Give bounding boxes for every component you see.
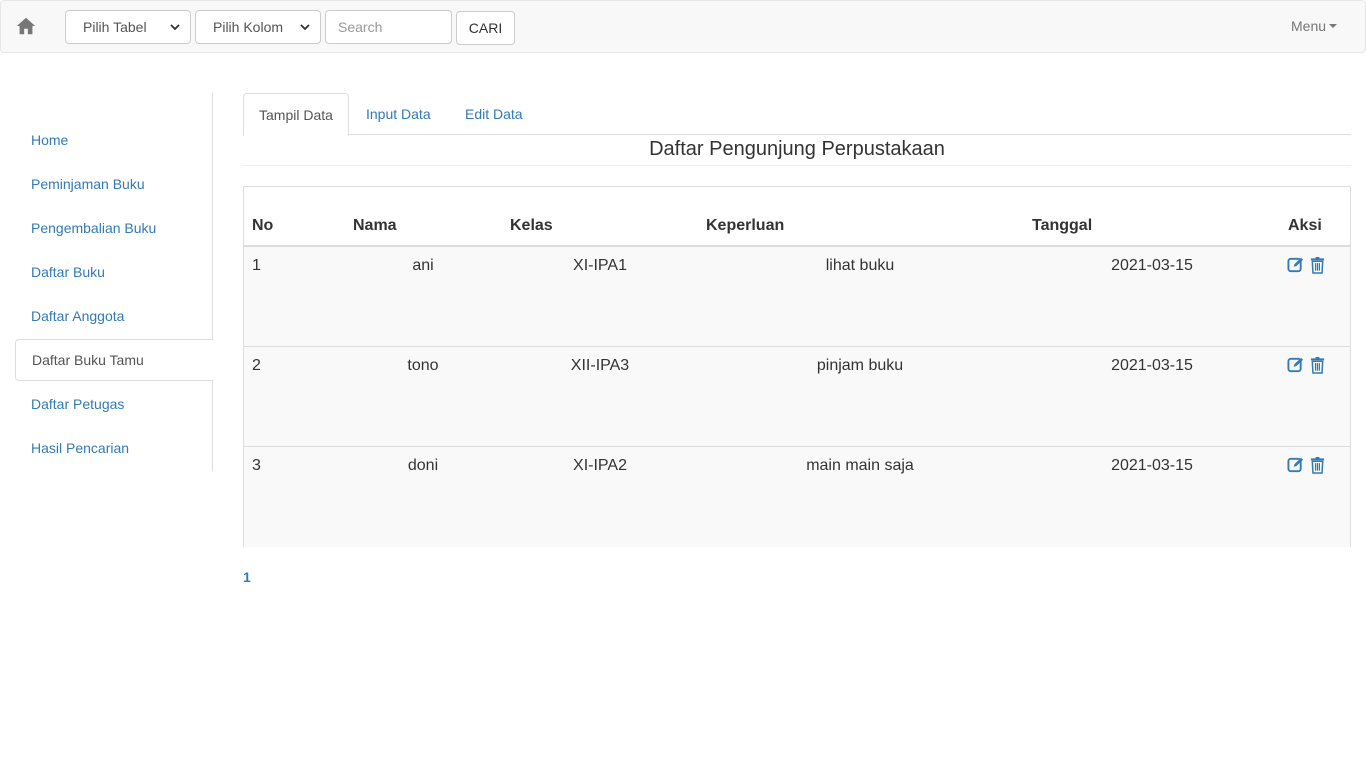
header-aksi: Aksi [1288, 217, 1322, 234]
sidebar-item-hasil-pencarian[interactable]: Hasil Pencarian [15, 427, 213, 469]
cell-no: 1 [252, 257, 261, 274]
sidebar-item-daftar-anggota[interactable]: Daftar Anggota [15, 295, 213, 337]
sidebar-item-daftar-buku[interactable]: Daftar Buku [15, 251, 213, 293]
cell-kelas: XI-IPA1 [573, 257, 627, 274]
menu-label: Menu [1291, 18, 1327, 34]
column-select-value: Pilih Kolom [213, 19, 284, 35]
chevron-down-icon [170, 22, 180, 32]
row-actions [1287, 256, 1326, 274]
top-navbar: Pilih Tabel Pilih Kolom CARI Menu [0, 0, 1366, 53]
cell-nama: ani [412, 257, 434, 274]
trash-icon[interactable] [1309, 456, 1326, 474]
cell-no: 2 [252, 357, 261, 374]
row-actions [1287, 356, 1326, 374]
cell-tanggal: 2021-03-15 [1111, 257, 1193, 274]
header-keperluan: Keperluan [706, 217, 785, 234]
cell-tanggal: 2021-03-15 [1111, 457, 1193, 474]
search-input[interactable] [325, 10, 452, 44]
pagination-page-1[interactable]: 1 [243, 569, 251, 585]
cell-keperluan: pinjam buku [816, 357, 904, 374]
table-row: 3 doni XI-IPA2 main main saja 2021-03-15 [244, 447, 1350, 547]
edit-icon[interactable] [1287, 256, 1304, 274]
sidebar-item-home[interactable]: Home [15, 119, 213, 161]
table-row: 2 tono XII-IPA3 pinjam buku 2021-03-15 [244, 347, 1350, 447]
caret-down-icon [1329, 24, 1338, 28]
table-row: 1 ani XI-IPA1 lihat buku 2021-03-15 [244, 247, 1350, 347]
table-select[interactable]: Pilih Tabel [65, 10, 191, 44]
header-no: No [252, 217, 274, 234]
row-actions [1287, 456, 1326, 474]
sidebar-item-daftar-buku-tamu[interactable]: Daftar Buku Tamu [15, 339, 214, 381]
edit-icon[interactable] [1287, 356, 1304, 374]
cell-no: 3 [252, 457, 261, 474]
tab-tampil-data[interactable]: Tampil Data [243, 93, 349, 136]
header-nama: Nama [353, 217, 397, 234]
cell-nama: doni [407, 457, 439, 474]
sidebar-item-daftar-petugas[interactable]: Daftar Petugas [15, 383, 213, 425]
home-icon[interactable] [15, 15, 39, 39]
cell-nama: tono [407, 357, 439, 374]
cell-kelas: XI-IPA2 [573, 457, 627, 474]
cell-keperluan: lihat buku [825, 257, 895, 274]
trash-icon[interactable] [1309, 256, 1326, 274]
column-select[interactable]: Pilih Kolom [195, 10, 321, 44]
page-title: Daftar Pengunjung Perpustakaan [649, 138, 945, 160]
header-tanggal: Tanggal [1032, 217, 1093, 234]
cell-tanggal: 2021-03-15 [1111, 357, 1193, 374]
table-header: No Nama Kelas Keperluan Tanggal Aksi [244, 187, 1350, 247]
edit-icon[interactable] [1287, 456, 1304, 474]
table-select-value: Pilih Tabel [83, 19, 147, 35]
search-button[interactable]: CARI [456, 11, 515, 45]
sidebar-nav: Home Peminjaman Buku Pengembalian Buku D… [15, 93, 214, 471]
sidebar-item-pengembalian-buku[interactable]: Pengembalian Buku [15, 207, 213, 249]
data-table: No Nama Kelas Keperluan Tanggal Aksi 1 a… [243, 186, 1351, 547]
cell-keperluan: main main saja [806, 457, 914, 474]
trash-icon[interactable] [1309, 356, 1326, 374]
sidebar-item-peminjaman-buku[interactable]: Peminjaman Buku [15, 163, 213, 205]
tab-input-data[interactable]: Input Data [351, 93, 446, 135]
tab-edit-data[interactable]: Edit Data [450, 93, 538, 135]
divider [243, 165, 1351, 166]
cell-kelas: XII-IPA3 [570, 357, 630, 374]
menu-dropdown[interactable]: Menu [1291, 18, 1338, 34]
chevron-down-icon [300, 22, 310, 32]
tab-bar: Tampil Data Input Data Edit Data [243, 93, 1351, 136]
header-kelas: Kelas [510, 217, 553, 234]
